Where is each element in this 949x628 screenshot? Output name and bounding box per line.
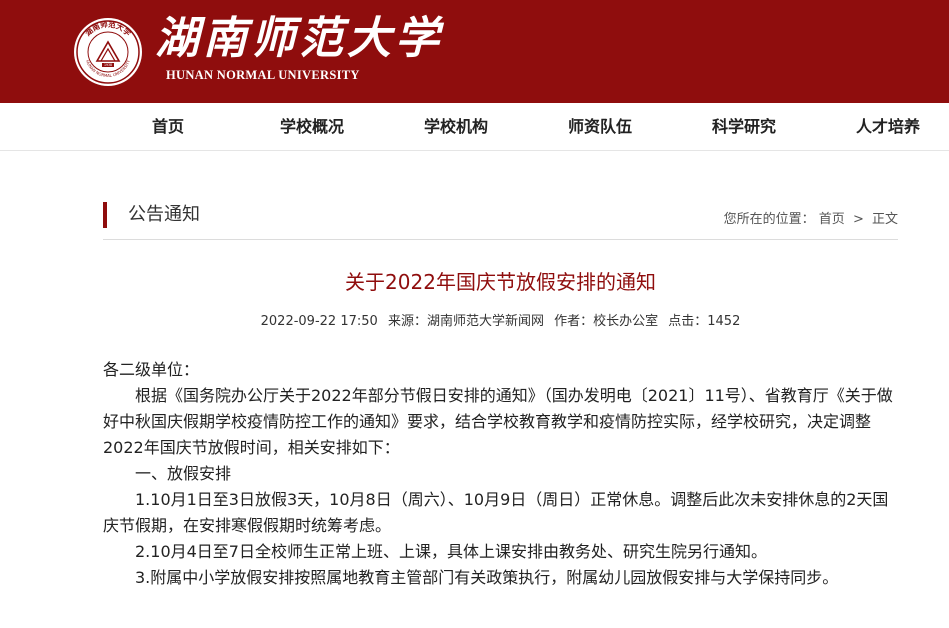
- article-paragraph: 1.10月1日至3日放假3天，10月8日（周六）、10月9日（周日）正常休息。调…: [103, 490, 889, 535]
- breadcrumb-prefix: 您所在的位置：: [723, 212, 815, 227]
- breadcrumb-separator: >: [852, 212, 864, 227]
- nav-item-institutions[interactable]: 学校机构: [424, 103, 488, 151]
- university-seal-icon[interactable]: 湖南师范大学 HUNAN NORMAL UNIVERSITY 1938: [73, 17, 143, 87]
- article-author: 作者：校长办公室: [554, 314, 659, 329]
- site-subtitle: HUNAN NORMAL UNIVERSITY: [166, 68, 360, 82]
- section-title: 公告通知: [128, 204, 200, 225]
- breadcrumb-current: 正文: [871, 212, 898, 227]
- nav-item-faculty[interactable]: 师资队伍: [568, 103, 632, 151]
- nav-item-research[interactable]: 科学研究: [712, 103, 776, 151]
- nav-item-overview[interactable]: 学校概况: [280, 103, 344, 151]
- article-meta: 2022-09-22 17:50 来源：湖南师范大学新闻网 作者：校长办公室 点…: [103, 312, 898, 332]
- site-header: 湖南师范大学 HUNAN NORMAL UNIVERSITY 1938 湖南师范…: [0, 0, 949, 103]
- nav-item-education[interactable]: 人才培养: [856, 103, 920, 151]
- section-divider: [103, 239, 898, 240]
- article-datetime: 2022-09-22 17:50: [260, 314, 378, 329]
- article-body: 各二级单位： 根据《国务院办公厅关于2022年部分节假日安排的通知》（国办发明电…: [103, 357, 898, 591]
- breadcrumb-home-link[interactable]: 首页: [819, 211, 845, 229]
- article-hits: 点击：1452: [668, 314, 741, 329]
- nav-item-home[interactable]: 首页: [152, 103, 184, 151]
- article-paragraph: 根据《国务院办公厅关于2022年部分节假日安排的通知》（国办发明电〔2021〕1…: [103, 386, 893, 457]
- article-paragraph: 3.附属中小学放假安排按照属地教育主管部门有关政策执行，附属幼儿园放假安排与大学…: [135, 568, 839, 587]
- svg-text:1938: 1938: [104, 63, 112, 67]
- article-source: 来源：湖南师范大学新闻网: [387, 314, 544, 329]
- article-paragraph: 2.10月4日至7日全校师生正常上班、上课，具体上课安排由教务处、研究生院另行通…: [135, 542, 767, 561]
- section-accent-bar: [103, 202, 107, 228]
- site-title[interactable]: 湖南师范大学: [155, 15, 443, 63]
- breadcrumb: 您所在的位置： 首页 > 正文: [724, 211, 898, 229]
- article-paragraph: 各二级单位：: [103, 360, 200, 379]
- article-paragraph: 一、放假安排: [135, 464, 232, 483]
- main-nav: 首页 学校概况 学校机构 师资队伍 科学研究 人才培养: [0, 103, 949, 151]
- article-title: 关于2022年国庆节放假安排的通知: [345, 270, 656, 294]
